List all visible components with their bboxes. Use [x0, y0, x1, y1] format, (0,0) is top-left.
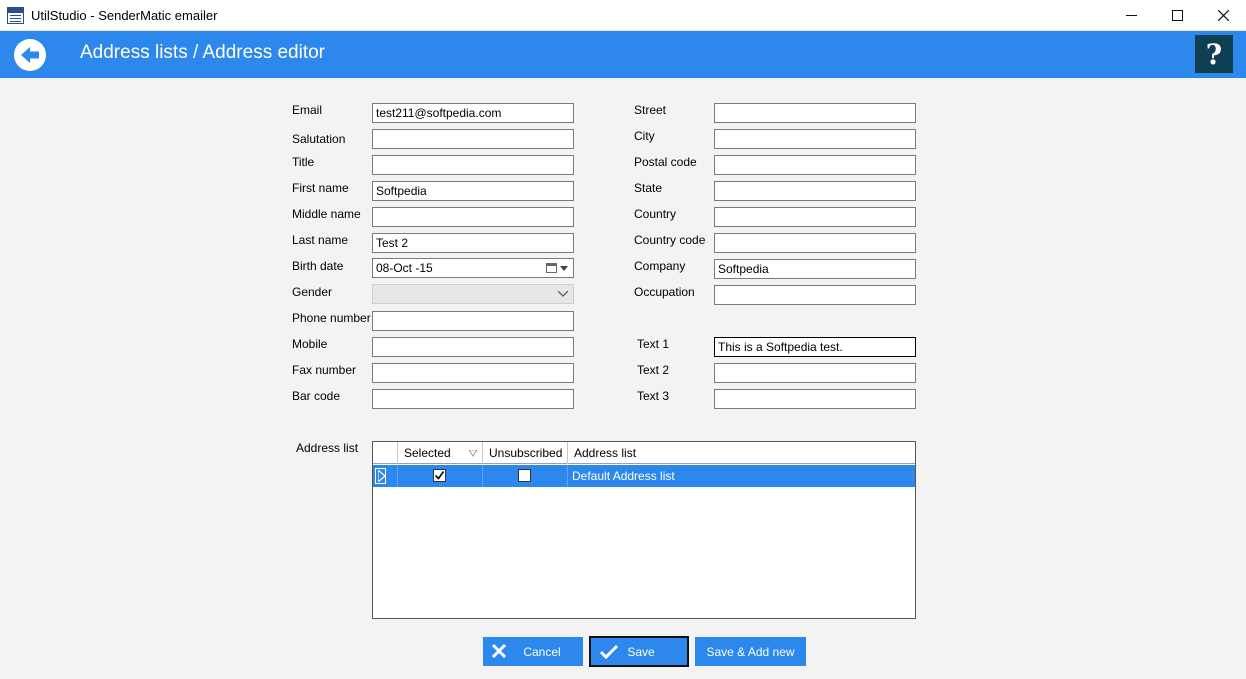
- postal-code-field[interactable]: [714, 155, 916, 175]
- gender-label: Gender: [292, 285, 333, 299]
- save-add-new-button-label: Save & Add new: [706, 644, 795, 659]
- company-label: Company: [634, 259, 686, 273]
- filter-icon[interactable]: [469, 450, 477, 457]
- page-title: Address lists / Address editor: [80, 42, 325, 63]
- occupation-label: Occupation: [634, 285, 695, 299]
- column-header-unsubscribed[interactable]: Unsubscribed: [483, 442, 568, 464]
- selected-cell[interactable]: [398, 465, 483, 487]
- save-add-new-button[interactable]: Save & Add new: [695, 637, 806, 666]
- app-icon: [7, 7, 24, 24]
- country-code-field[interactable]: [714, 233, 916, 253]
- salutation-field[interactable]: [372, 129, 574, 149]
- save-button-label: Save: [627, 644, 655, 659]
- unsubscribed-cell[interactable]: [483, 465, 568, 487]
- back-arrow-icon: [21, 47, 39, 63]
- chevron-down-icon[interactable]: [560, 266, 568, 271]
- back-button[interactable]: [14, 39, 46, 71]
- fax-number-label: Fax number: [292, 363, 357, 377]
- save-button[interactable]: Save: [589, 636, 689, 667]
- check-icon: [599, 644, 619, 660]
- last-name-field[interactable]: Test 2: [372, 233, 574, 253]
- page-header: Address lists / Address editor ?: [0, 31, 1246, 78]
- minimize-icon: [1125, 15, 1137, 16]
- country-code-label: Country code: [634, 233, 706, 247]
- street-field[interactable]: [714, 103, 916, 123]
- unsubscribed-checkbox[interactable]: [518, 469, 531, 482]
- bar-code-label: Bar code: [292, 389, 341, 403]
- text3-field[interactable]: [714, 389, 916, 409]
- birth-date-label: Birth date: [292, 259, 344, 273]
- phone-number-field[interactable]: [372, 311, 574, 331]
- text1-label: Text 1: [637, 337, 670, 351]
- state-field[interactable]: [714, 181, 916, 201]
- text2-label: Text 2: [637, 363, 670, 377]
- minimize-button[interactable]: [1108, 0, 1154, 31]
- help-icon: ?: [1205, 37, 1223, 71]
- chevron-down-icon: [558, 291, 568, 297]
- first-name-field[interactable]: Softpedia: [372, 181, 574, 201]
- window-titlebar: UtilStudio - SenderMatic emailer: [0, 0, 1246, 31]
- window-title: UtilStudio - SenderMatic emailer: [31, 8, 218, 23]
- email-field[interactable]: test211@softpedia.com: [372, 103, 574, 123]
- selected-checkbox[interactable]: [433, 469, 446, 482]
- city-field[interactable]: [714, 129, 916, 149]
- cancel-button[interactable]: Cancel: [483, 637, 583, 666]
- mobile-label: Mobile: [292, 337, 328, 351]
- column-header-address-list[interactable]: Address list: [568, 442, 915, 464]
- check-icon: [434, 471, 445, 480]
- row-header-corner: [373, 442, 398, 464]
- close-icon: [491, 643, 507, 659]
- city-label: City: [634, 129, 655, 143]
- birth-date-value: 08-Oct -15: [376, 261, 433, 275]
- calendar-icon[interactable]: [546, 263, 557, 273]
- country-field[interactable]: [714, 207, 916, 227]
- address-list-label: Address list: [296, 441, 359, 455]
- mobile-field[interactable]: [372, 337, 574, 357]
- phone-number-label: Phone number: [292, 311, 371, 325]
- text3-label: Text 3: [637, 389, 670, 403]
- salutation-label: Salutation: [292, 132, 346, 146]
- address-list-grid[interactable]: Selected Unsubscribed Address list Defau…: [372, 441, 916, 619]
- company-field[interactable]: Softpedia: [714, 259, 916, 279]
- street-label: Street: [634, 103, 667, 117]
- country-label: Country: [634, 207, 677, 221]
- birth-date-picker[interactable]: 08-Oct -15: [372, 258, 574, 278]
- email-label: Email: [292, 103, 323, 117]
- close-icon: [1217, 10, 1229, 21]
- middle-name-field[interactable]: [372, 207, 574, 227]
- maximize-button[interactable]: [1154, 0, 1200, 31]
- fax-number-field[interactable]: [372, 363, 574, 383]
- title-label: Title: [292, 155, 315, 169]
- bar-code-field[interactable]: [372, 389, 574, 409]
- table-row[interactable]: Default Address list: [373, 465, 915, 487]
- address-list-name-cell[interactable]: Default Address list: [568, 465, 915, 487]
- text2-field[interactable]: [714, 363, 916, 383]
- current-row-icon: [378, 470, 385, 482]
- first-name-label: First name: [292, 181, 349, 195]
- state-label: State: [634, 181, 663, 195]
- title-field[interactable]: [372, 155, 574, 175]
- grid-header: Selected Unsubscribed Address list: [373, 442, 915, 464]
- middle-name-label: Middle name: [292, 207, 361, 221]
- gender-select[interactable]: [372, 284, 574, 304]
- last-name-label: Last name: [292, 233, 349, 247]
- help-button[interactable]: ?: [1195, 35, 1233, 73]
- text1-field[interactable]: This is a Softpedia test.: [714, 337, 916, 357]
- occupation-field[interactable]: [714, 285, 916, 305]
- column-header-selected[interactable]: Selected: [398, 442, 483, 464]
- postal-code-label: Postal code: [634, 155, 697, 169]
- close-button[interactable]: [1200, 0, 1246, 31]
- row-indicator: [373, 465, 398, 487]
- cancel-button-label: Cancel: [523, 644, 561, 659]
- maximize-icon: [1171, 10, 1183, 21]
